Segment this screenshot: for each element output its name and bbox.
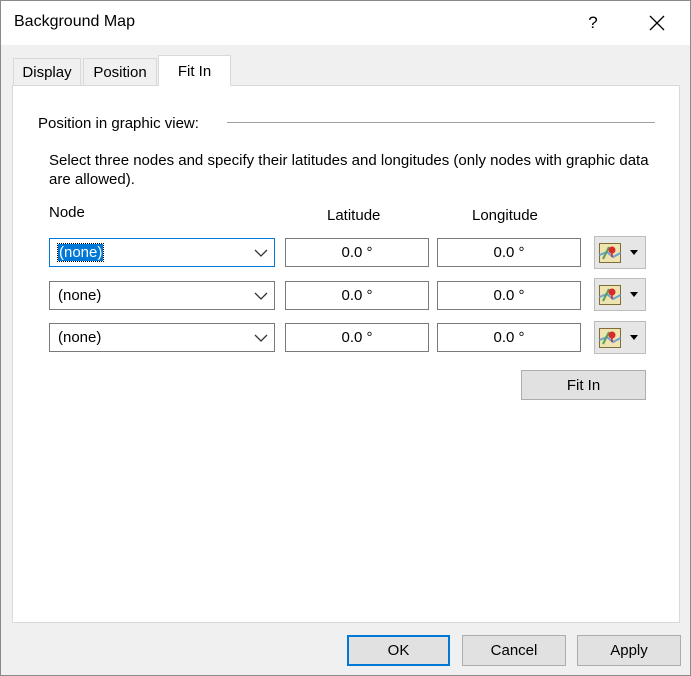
ok-button-label: OK (387, 642, 410, 659)
apply-button[interactable]: Apply (577, 635, 681, 666)
dropdown-arrow-icon (630, 335, 638, 340)
chevron-down-icon (254, 292, 268, 300)
node-select-3[interactable]: (none) (49, 323, 275, 352)
longitude-value: 0.0 ° (493, 287, 525, 304)
map-pick-button-3[interactable] (594, 321, 646, 354)
map-pin-icon (599, 328, 621, 348)
node-select-2[interactable]: (none) (49, 281, 275, 310)
help-button[interactable]: ? (577, 5, 609, 41)
node-header: Node (49, 204, 85, 221)
node-select-1[interactable]: (none) (49, 238, 275, 267)
longitude-header: Longitude (472, 207, 538, 224)
latitude-input-1[interactable]: 0.0 ° (285, 238, 429, 267)
cancel-button[interactable]: Cancel (462, 635, 566, 666)
latitude-value: 0.0 ° (341, 329, 373, 346)
latitude-header: Latitude (327, 207, 381, 224)
fit-in-button[interactable]: Fit In (521, 370, 646, 400)
latitude-input-2[interactable]: 0.0 ° (285, 281, 429, 310)
fit-in-button-label: Fit In (566, 376, 601, 394)
tab-label: Position (93, 63, 147, 81)
tab-label: Fit In (177, 62, 212, 80)
tab-position[interactable]: Position (83, 58, 157, 85)
group-label: Position in graphic view: (38, 115, 203, 132)
dropdown-arrow-icon (630, 292, 638, 297)
chevron-down-icon (254, 334, 268, 342)
node-select-value: (none) (58, 329, 102, 346)
longitude-value: 0.0 ° (493, 244, 525, 261)
dialog-window: Background Map ? Display Position Fit In… (0, 0, 691, 676)
instruction-text: Select three nodes and specify their lat… (49, 152, 649, 188)
ok-button[interactable]: OK (347, 635, 450, 666)
group-divider (227, 122, 655, 123)
longitude-value: 0.0 ° (493, 329, 525, 346)
dialog-title: Background Map (14, 13, 135, 30)
node-select-value: (none) (58, 287, 102, 304)
latitude-value: 0.0 ° (341, 287, 373, 304)
title-bar: Background Map ? (1, 1, 690, 45)
node-select-value: (none) (56, 243, 105, 262)
apply-button-label: Apply (610, 642, 648, 659)
latitude-input-3[interactable]: 0.0 ° (285, 323, 429, 352)
close-icon (649, 15, 665, 31)
map-pin-icon (599, 243, 621, 263)
map-pick-button-1[interactable] (594, 236, 646, 269)
cancel-button-label: Cancel (490, 642, 538, 659)
latitude-value: 0.0 ° (341, 244, 373, 261)
map-pick-button-2[interactable] (594, 278, 646, 311)
longitude-input-1[interactable]: 0.0 ° (437, 238, 581, 267)
tab-display[interactable]: Display (13, 58, 81, 85)
close-button[interactable] (637, 5, 677, 41)
longitude-input-2[interactable]: 0.0 ° (437, 281, 581, 310)
map-pin-icon (599, 285, 621, 305)
tab-fit-in[interactable]: Fit In (158, 55, 231, 86)
tab-label: Display (22, 63, 72, 81)
dropdown-arrow-icon (630, 250, 638, 255)
help-icon: ? (588, 13, 598, 32)
chevron-down-icon (254, 249, 268, 257)
longitude-input-3[interactable]: 0.0 ° (437, 323, 581, 352)
